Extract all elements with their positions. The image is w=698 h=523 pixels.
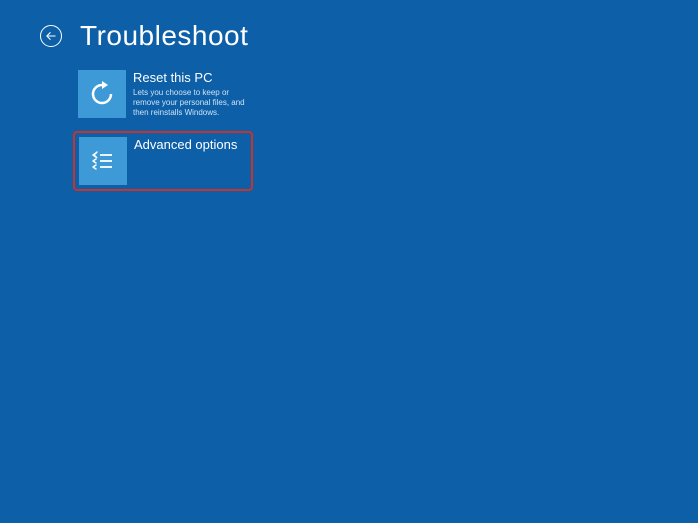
reset-icon [78,70,126,118]
back-arrow-icon [46,31,56,41]
option-reset-pc[interactable]: Reset this PC Lets you choose to keep or… [78,70,250,119]
option-reset-title: Reset this PC [133,70,250,86]
highlight-box: Advanced options [73,131,253,191]
option-reset-desc: Lets you choose to keep or remove your p… [133,88,250,119]
advanced-options-icon [79,137,127,185]
option-advanced-title: Advanced options [134,137,247,153]
option-advanced[interactable]: Advanced options [79,137,247,185]
back-button[interactable] [40,25,62,47]
page-title: Troubleshoot [80,20,248,52]
